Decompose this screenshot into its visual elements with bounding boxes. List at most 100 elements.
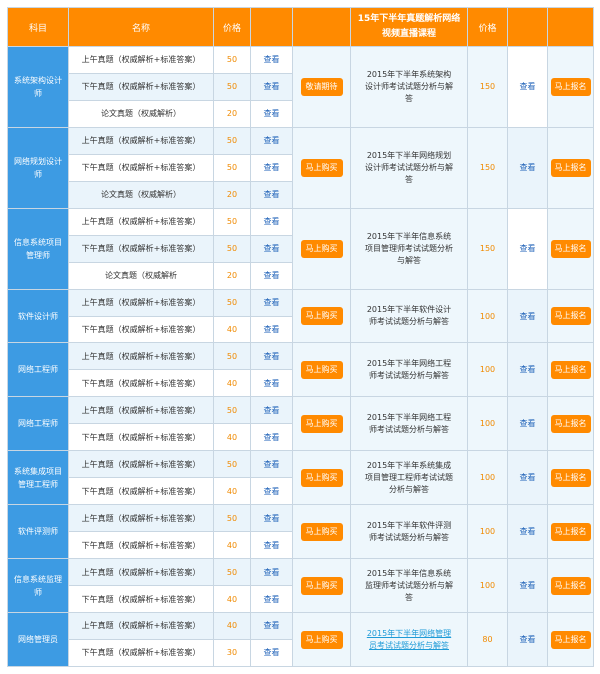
paper-price: 30 bbox=[213, 638, 251, 668]
paper-view-link[interactable]: 查看 bbox=[250, 638, 293, 668]
paper-view-link[interactable]: 查看 bbox=[250, 477, 293, 506]
paper-name: 下午真题（权威解析+标准答案） bbox=[68, 72, 214, 101]
signup-button[interactable]: 马上报名 bbox=[550, 630, 591, 649]
signup-button[interactable]: 马上报名 bbox=[550, 360, 591, 379]
paper-view-link[interactable]: 查看 bbox=[250, 46, 293, 74]
subject-cell: 信息系统监理师 bbox=[7, 558, 69, 614]
course-view-link[interactable]: 查看 bbox=[507, 612, 548, 667]
header-course-view bbox=[507, 7, 548, 47]
paper-name: 下午真题（权威解析+标准答案） bbox=[68, 369, 214, 398]
paper-price: 40 bbox=[213, 477, 251, 506]
paper-view-link[interactable]: 查看 bbox=[250, 126, 293, 155]
paper-name: 下午真题（权威解析+标准答案） bbox=[68, 477, 214, 506]
header-subject: 科目 bbox=[7, 7, 69, 47]
course-price: 150 bbox=[467, 126, 508, 209]
subject-cell: 网络规划设计师 bbox=[7, 126, 69, 209]
paper-price: 50 bbox=[213, 207, 251, 236]
buy-button[interactable]: 敬请期待 bbox=[300, 77, 343, 96]
course-view-link[interactable]: 查看 bbox=[507, 126, 548, 209]
header-action bbox=[250, 7, 293, 47]
table-row: 软件设计师 上午真题（权威解析+标准答案） 50 查看 马上购买 2015年下半年软件设计… bbox=[7, 288, 594, 344]
paper-view-link[interactable]: 查看 bbox=[250, 234, 293, 263]
course-price: 150 bbox=[467, 46, 508, 128]
signup-cell: 马上报名 bbox=[547, 504, 594, 560]
paper-view-link[interactable]: 查看 bbox=[250, 99, 293, 128]
course-view-link[interactable]: 查看 bbox=[507, 342, 548, 398]
buy-cell: 马上购买 bbox=[292, 558, 351, 614]
paper-view-link[interactable]: 查看 bbox=[250, 207, 293, 236]
signup-button[interactable]: 马上报名 bbox=[550, 77, 591, 96]
buy-button[interactable]: 马上购买 bbox=[300, 307, 343, 326]
paper-view-link[interactable]: 查看 bbox=[250, 558, 293, 587]
signup-button[interactable]: 马上报名 bbox=[550, 414, 591, 433]
paper-view-link[interactable]: 查看 bbox=[250, 585, 293, 614]
table-row: 网络管理员 上午真题（权威解析+标准答案） 40 查看 马上购买 2015年下半年网络管理… bbox=[7, 612, 594, 667]
paper-name: 上午真题（权威解析+标准答案） bbox=[68, 342, 214, 371]
signup-cell: 马上报名 bbox=[547, 342, 594, 398]
paper-price: 40 bbox=[213, 612, 251, 640]
paper-price: 40 bbox=[213, 423, 251, 452]
paper-view-link[interactable]: 查看 bbox=[250, 180, 293, 209]
paper-price: 50 bbox=[213, 46, 251, 74]
table-row: 网络工程师 上午真题（权威解析+标准答案） 50 查看 马上购买 2015年下半年网络工程… bbox=[7, 342, 594, 398]
buy-button[interactable]: 马上购买 bbox=[300, 414, 343, 433]
paper-view-link[interactable]: 查看 bbox=[250, 288, 293, 317]
course-view-link[interactable]: 查看 bbox=[507, 450, 548, 506]
paper-name: 上午真题（权威解析+标准答案） bbox=[68, 288, 214, 317]
paper-view-link[interactable]: 查看 bbox=[250, 72, 293, 101]
buy-cell: 马上购买 bbox=[292, 288, 351, 344]
course-view-link[interactable]: 查看 bbox=[507, 504, 548, 560]
paper-view-link[interactable]: 查看 bbox=[250, 504, 293, 533]
paper-price: 50 bbox=[213, 342, 251, 371]
paper-price: 50 bbox=[213, 558, 251, 587]
buy-button[interactable]: 马上购买 bbox=[300, 360, 343, 379]
header-course-action bbox=[547, 7, 594, 47]
buy-button[interactable]: 马上购买 bbox=[300, 468, 343, 487]
paper-price: 50 bbox=[213, 153, 251, 182]
course-view-link[interactable]: 查看 bbox=[507, 558, 548, 614]
paper-view-link[interactable]: 查看 bbox=[250, 396, 293, 425]
signup-button[interactable]: 马上报名 bbox=[550, 158, 591, 177]
paper-view-link[interactable]: 查看 bbox=[250, 342, 293, 371]
paper-view-link[interactable]: 查看 bbox=[250, 531, 293, 560]
paper-name: 下午真题（权威解析+标准答案） bbox=[68, 638, 214, 668]
paper-name: 下午真题（权威解析+标准答案） bbox=[68, 531, 214, 560]
paper-price: 40 bbox=[213, 369, 251, 398]
signup-button[interactable]: 马上报名 bbox=[550, 239, 591, 258]
course-title[interactable]: 2015年下半年网络管理员考试试题分析与解答 bbox=[350, 612, 468, 667]
header-action-2 bbox=[292, 7, 351, 47]
paper-view-link[interactable]: 查看 bbox=[250, 450, 293, 479]
course-title: 2015年下半年软件评测师考试试题分析与解答 bbox=[350, 504, 468, 560]
course-view-link[interactable]: 查看 bbox=[507, 207, 548, 290]
paper-view-link[interactable]: 查看 bbox=[250, 261, 293, 290]
table-row: 网络规划设计师 上午真题（权威解析+标准答案） 50 查看 马上购买 2015年下半年网络… bbox=[7, 126, 594, 209]
buy-button[interactable]: 马上购买 bbox=[300, 158, 343, 177]
buy-button[interactable]: 马上购买 bbox=[300, 522, 343, 541]
course-view-link[interactable]: 查看 bbox=[507, 396, 548, 452]
header-price: 价格 bbox=[213, 7, 251, 47]
buy-cell: 马上购买 bbox=[292, 342, 351, 398]
course-view-link[interactable]: 查看 bbox=[507, 46, 548, 128]
buy-button[interactable]: 马上购买 bbox=[300, 630, 343, 649]
course-price: 100 bbox=[467, 342, 508, 398]
course-view-link[interactable]: 查看 bbox=[507, 288, 548, 344]
signup-cell: 马上报名 bbox=[547, 450, 594, 506]
paper-price: 40 bbox=[213, 531, 251, 560]
signup-button[interactable]: 马上报名 bbox=[550, 307, 591, 326]
signup-button[interactable]: 马上报名 bbox=[550, 522, 591, 541]
paper-price: 20 bbox=[213, 261, 251, 290]
paper-price: 20 bbox=[213, 99, 251, 128]
subject-cell: 软件设计师 bbox=[7, 288, 69, 344]
paper-view-link[interactable]: 查看 bbox=[250, 369, 293, 398]
signup-button[interactable]: 马上报名 bbox=[550, 576, 591, 595]
buy-button[interactable]: 马上购买 bbox=[300, 576, 343, 595]
signup-button[interactable]: 马上报名 bbox=[550, 468, 591, 487]
paper-view-link[interactable]: 查看 bbox=[250, 423, 293, 452]
paper-view-link[interactable]: 查看 bbox=[250, 612, 293, 640]
buy-button[interactable]: 马上购买 bbox=[300, 239, 343, 258]
paper-view-link[interactable]: 查看 bbox=[250, 315, 293, 344]
paper-view-link[interactable]: 查看 bbox=[250, 153, 293, 182]
course-price: 150 bbox=[467, 207, 508, 290]
course-title: 2015年下半年网络规划设计师考试试题分析与解答 bbox=[350, 126, 468, 209]
course-price: 100 bbox=[467, 288, 508, 344]
